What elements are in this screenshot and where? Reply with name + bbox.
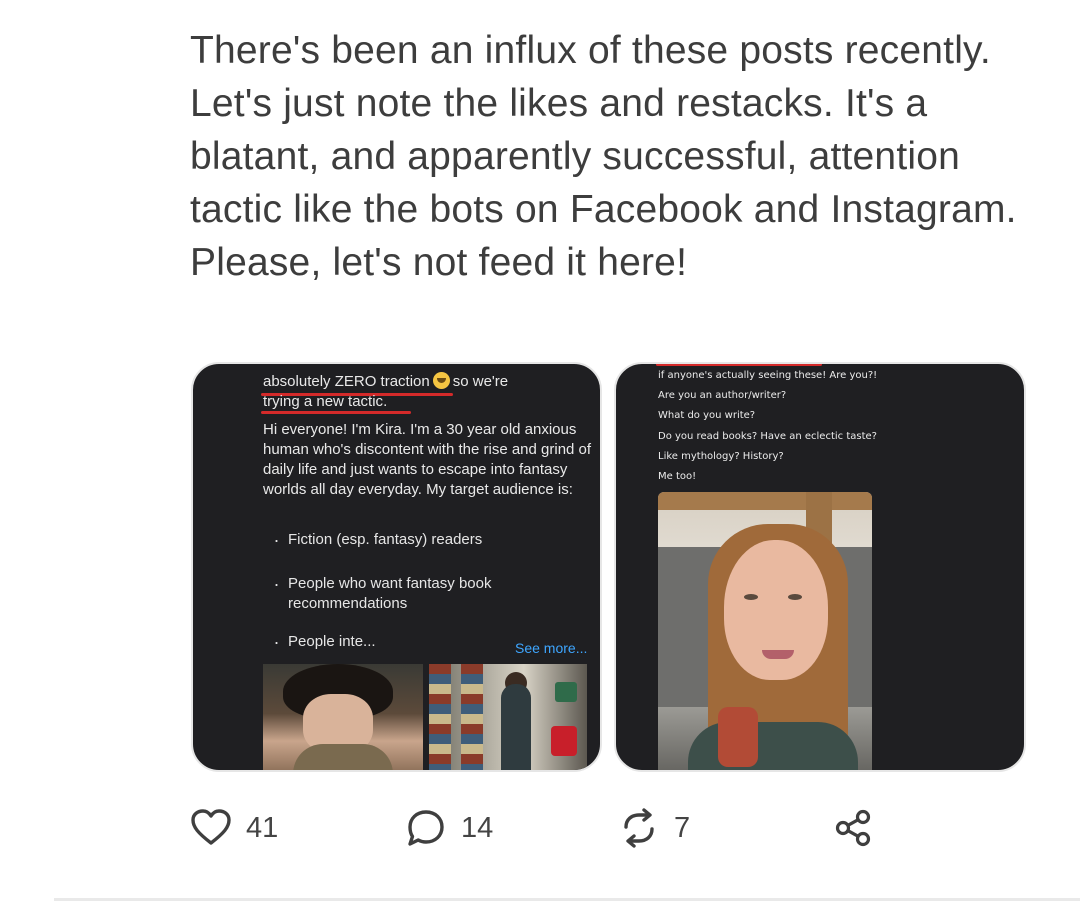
screenshot-text: trying a bbox=[263, 393, 317, 410]
screenshot-line: Like mythology? History? bbox=[658, 451, 784, 462]
share-button[interactable] bbox=[832, 806, 874, 850]
photo-detail bbox=[658, 492, 872, 510]
comment-button[interactable]: 14 bbox=[405, 806, 493, 850]
screenshot-selfie-photo bbox=[658, 492, 872, 770]
comment-count: 14 bbox=[461, 811, 494, 844]
photo-detail bbox=[293, 744, 393, 770]
photo-detail bbox=[688, 722, 858, 770]
screenshot-bullet: People inte... bbox=[274, 628, 548, 652]
highlighted-phrase: absolutely ZERO traction bbox=[263, 373, 430, 390]
screenshot-line: Are you an author/writer? bbox=[658, 390, 787, 401]
heart-icon bbox=[190, 808, 232, 848]
photo-detail bbox=[501, 684, 531, 770]
bottom-divider bbox=[54, 898, 1080, 901]
post-body-text: There's been an influx of these posts re… bbox=[190, 29, 1017, 284]
crying-emoji-icon bbox=[432, 372, 450, 389]
screenshot-line: Do you read books? Have an eclectic tast… bbox=[658, 431, 877, 442]
see-more-link: See more... bbox=[515, 640, 588, 656]
screenshot-line: What do you write? bbox=[658, 410, 756, 421]
screenshot-photo-bookstore bbox=[429, 664, 587, 770]
photo-detail bbox=[724, 540, 828, 680]
share-icon bbox=[832, 807, 874, 849]
highlighted-phrase: new tactic bbox=[316, 393, 384, 410]
screenshot-line-1: absolutely ZERO traction so we're bbox=[263, 372, 593, 392]
restack-count: 7 bbox=[674, 811, 691, 844]
clipped-previous-text bbox=[190, 0, 790, 6]
restack-arrows-icon bbox=[618, 807, 660, 849]
screenshot-text: . bbox=[383, 393, 388, 410]
screenshot-photo-woman bbox=[263, 664, 423, 770]
photo-detail bbox=[429, 664, 451, 770]
screenshot-line-2: trying a new tactic. bbox=[263, 392, 593, 412]
restack-button[interactable]: 7 bbox=[618, 806, 690, 850]
photo-detail bbox=[762, 650, 794, 659]
photo-detail bbox=[788, 594, 802, 600]
screenshot-line: if anyone's actually seeing these! Are y… bbox=[658, 370, 878, 381]
clipped-text-line bbox=[255, 364, 595, 368]
attached-image-right[interactable]: if anyone's actually seeing these! Are y… bbox=[614, 362, 1026, 772]
red-underline bbox=[261, 411, 411, 414]
photo-detail bbox=[461, 664, 483, 770]
post-actions-bar: 41 14 7 bbox=[0, 806, 1080, 850]
screenshot-bullet: Fiction (esp. fantasy) readers bbox=[274, 526, 548, 550]
photo-detail bbox=[555, 682, 577, 702]
comment-bubble-icon bbox=[405, 807, 447, 849]
photo-detail bbox=[744, 594, 758, 600]
screenshot-bullet: People who want fantasy book recommendat… bbox=[274, 570, 548, 614]
red-underline bbox=[656, 364, 822, 366]
photo-detail bbox=[718, 707, 758, 767]
attached-image-left[interactable]: absolutely ZERO traction so we're trying … bbox=[191, 362, 602, 772]
screenshot-intro: Hi everyone! I'm Kira. I'm a 30 year old… bbox=[263, 421, 592, 498]
photo-detail bbox=[551, 726, 577, 756]
like-button[interactable]: 41 bbox=[190, 806, 278, 850]
screenshot-line: Me too! bbox=[658, 471, 697, 482]
screenshot-text: so we're bbox=[452, 373, 509, 390]
like-count: 41 bbox=[246, 811, 279, 844]
